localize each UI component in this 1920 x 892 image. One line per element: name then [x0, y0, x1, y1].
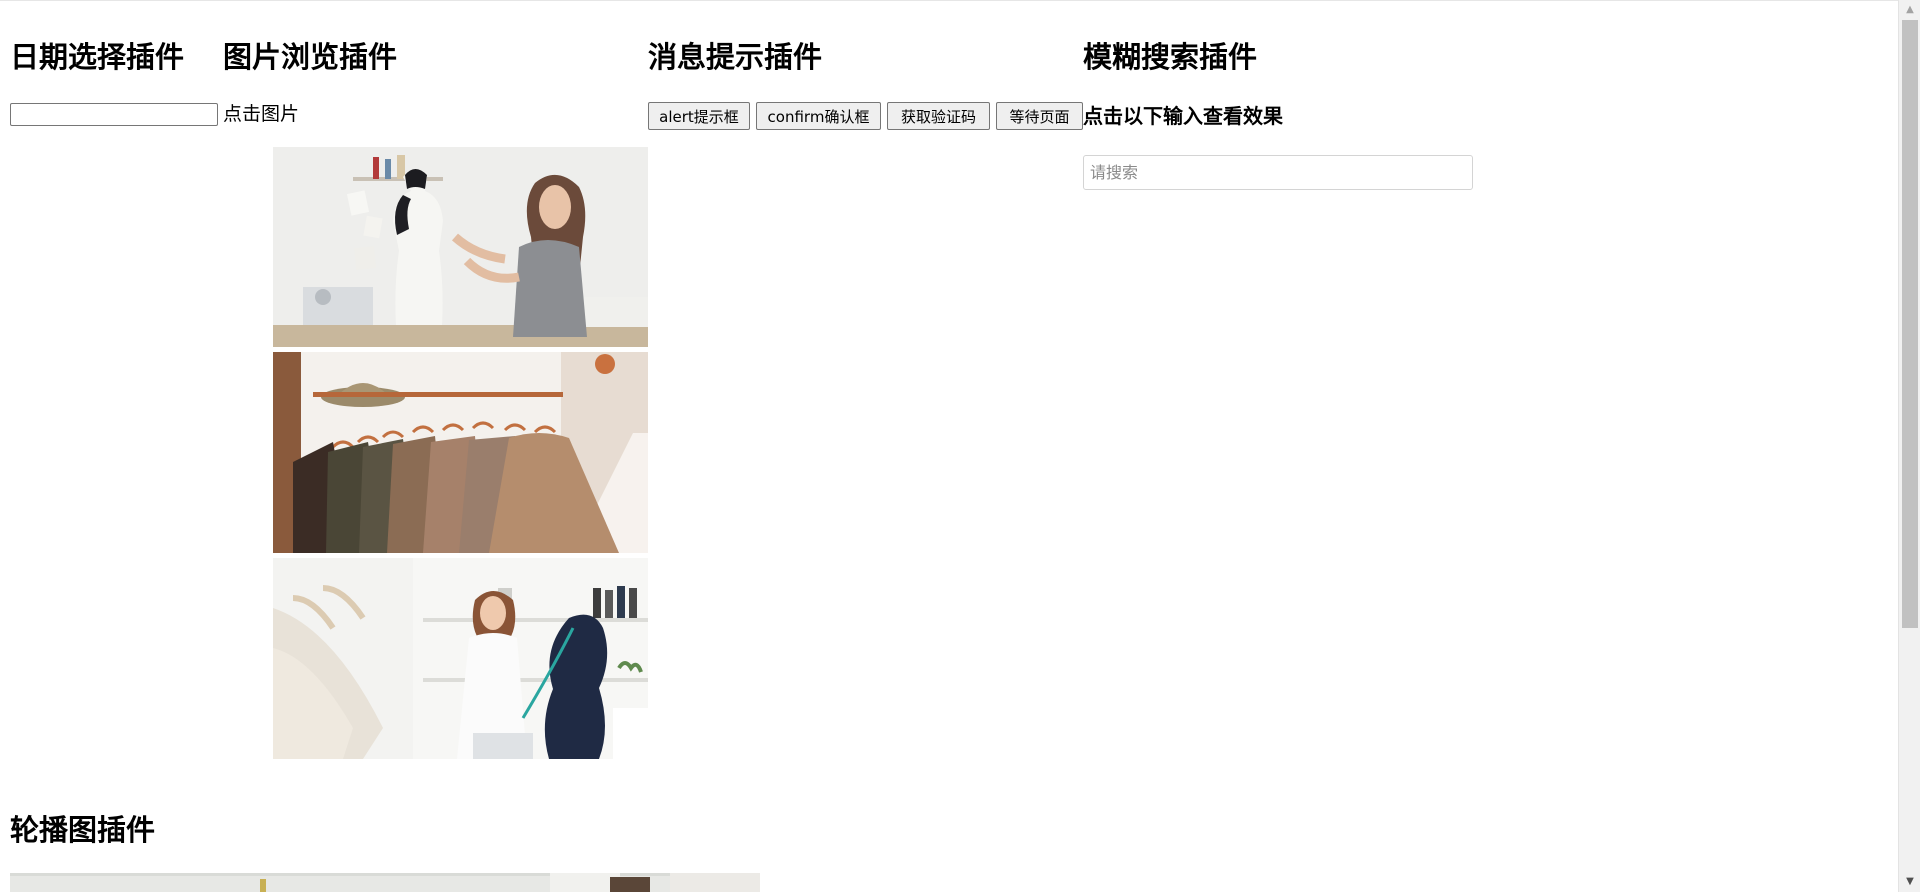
- carousel-image[interactable]: [10, 873, 760, 892]
- alert-button[interactable]: alert提示框: [648, 102, 750, 130]
- confirm-button[interactable]: confirm确认框: [756, 102, 881, 130]
- search-hint-text: 点击以下输入查看效果: [1083, 104, 1283, 128]
- get-verification-code-button[interactable]: 获取验证码: [887, 102, 990, 130]
- search-input[interactable]: [1083, 155, 1473, 190]
- scroll-up-icon[interactable]: ▲: [1899, 2, 1920, 18]
- top-border: [0, 0, 1898, 1]
- click-image-label: 点击图片: [223, 103, 300, 125]
- carousel-heading: 轮播图插件: [10, 813, 156, 847]
- date-picker-input[interactable]: [10, 103, 218, 126]
- gallery-image-seamstress[interactable]: [273, 558, 648, 759]
- gallery-image-rack[interactable]: [273, 352, 648, 553]
- gallery-image-tailor[interactable]: [273, 147, 648, 347]
- wait-page-button[interactable]: 等待页面: [996, 102, 1083, 130]
- message-plugin-heading: 消息提示插件: [648, 40, 823, 74]
- scrollbar-thumb[interactable]: [1902, 20, 1918, 628]
- date-plugin-heading: 日期选择插件: [10, 40, 185, 74]
- image-viewer-heading: 图片浏览插件: [223, 40, 398, 74]
- fuzzy-search-heading: 模糊搜索插件: [1083, 40, 1258, 74]
- vertical-scrollbar[interactable]: ▲ ▼: [1898, 0, 1920, 892]
- scroll-down-icon[interactable]: ▼: [1899, 874, 1920, 890]
